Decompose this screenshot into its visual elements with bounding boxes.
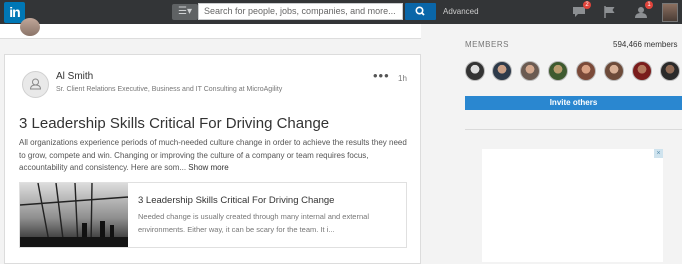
link-thumbnail-image [20,183,128,247]
avatar [20,18,40,36]
author-avatar[interactable] [22,71,49,98]
top-navigation-bar: in ☰▾ Search for people, jobs, companies… [0,0,682,24]
messages-button[interactable]: 2 [572,1,591,17]
member-avatar[interactable] [548,61,568,81]
link-title[interactable]: 3 Leadership Skills Critical For Driving… [138,195,334,206]
list-icon: ☰▾ [178,6,192,17]
profile-avatar[interactable] [662,3,678,22]
flag-icon [604,6,615,18]
ad-close-icon[interactable]: × [654,149,663,158]
search-button[interactable] [405,3,436,20]
search-input[interactable]: Search for people, jobs, companies, and … [198,3,403,20]
flag-button[interactable] [603,5,617,18]
member-avatar[interactable] [492,61,512,81]
search-icon [415,6,425,16]
members-heading: MEMBERS [465,40,509,49]
advertisement[interactable]: × [482,149,663,262]
link-description: Needed change is usually created through… [138,212,369,234]
shared-link-card[interactable]: 3 Leadership Skills Critical For Driving… [19,182,407,248]
member-avatar[interactable] [520,61,540,81]
notifications-badge: 1 [645,1,653,9]
member-avatar[interactable] [632,61,652,81]
post-body: All organizations experience periods of … [19,137,411,175]
member-avatar[interactable] [576,61,596,81]
post-card: Al Smith Sr. Client Relations Executive,… [4,54,421,264]
connections-button[interactable]: 1 [634,1,653,18]
member-avatar[interactable] [660,61,680,81]
invite-others-button[interactable]: Invite others [465,96,682,110]
user-placeholder-icon [29,78,42,90]
author-name[interactable]: Al Smith [56,71,93,82]
post-title[interactable]: 3 Leadership Skills Critical For Driving… [19,115,329,132]
author-headline: Sr. Client Relations Executive, Business… [56,86,283,93]
previous-post-card [0,18,421,39]
member-avatar[interactable] [604,61,624,81]
more-options-icon[interactable]: ••• [373,68,390,83]
menu-button[interactable]: ☰▾ [172,4,198,20]
messages-badge: 2 [583,1,591,9]
advanced-search-link[interactable]: Advanced [443,7,479,16]
member-avatar[interactable] [465,61,485,81]
post-timestamp: 1h [398,74,407,83]
show-more-link[interactable]: Show more [188,163,228,172]
members-count[interactable]: 594,466 members [613,40,677,49]
divider [465,129,682,130]
